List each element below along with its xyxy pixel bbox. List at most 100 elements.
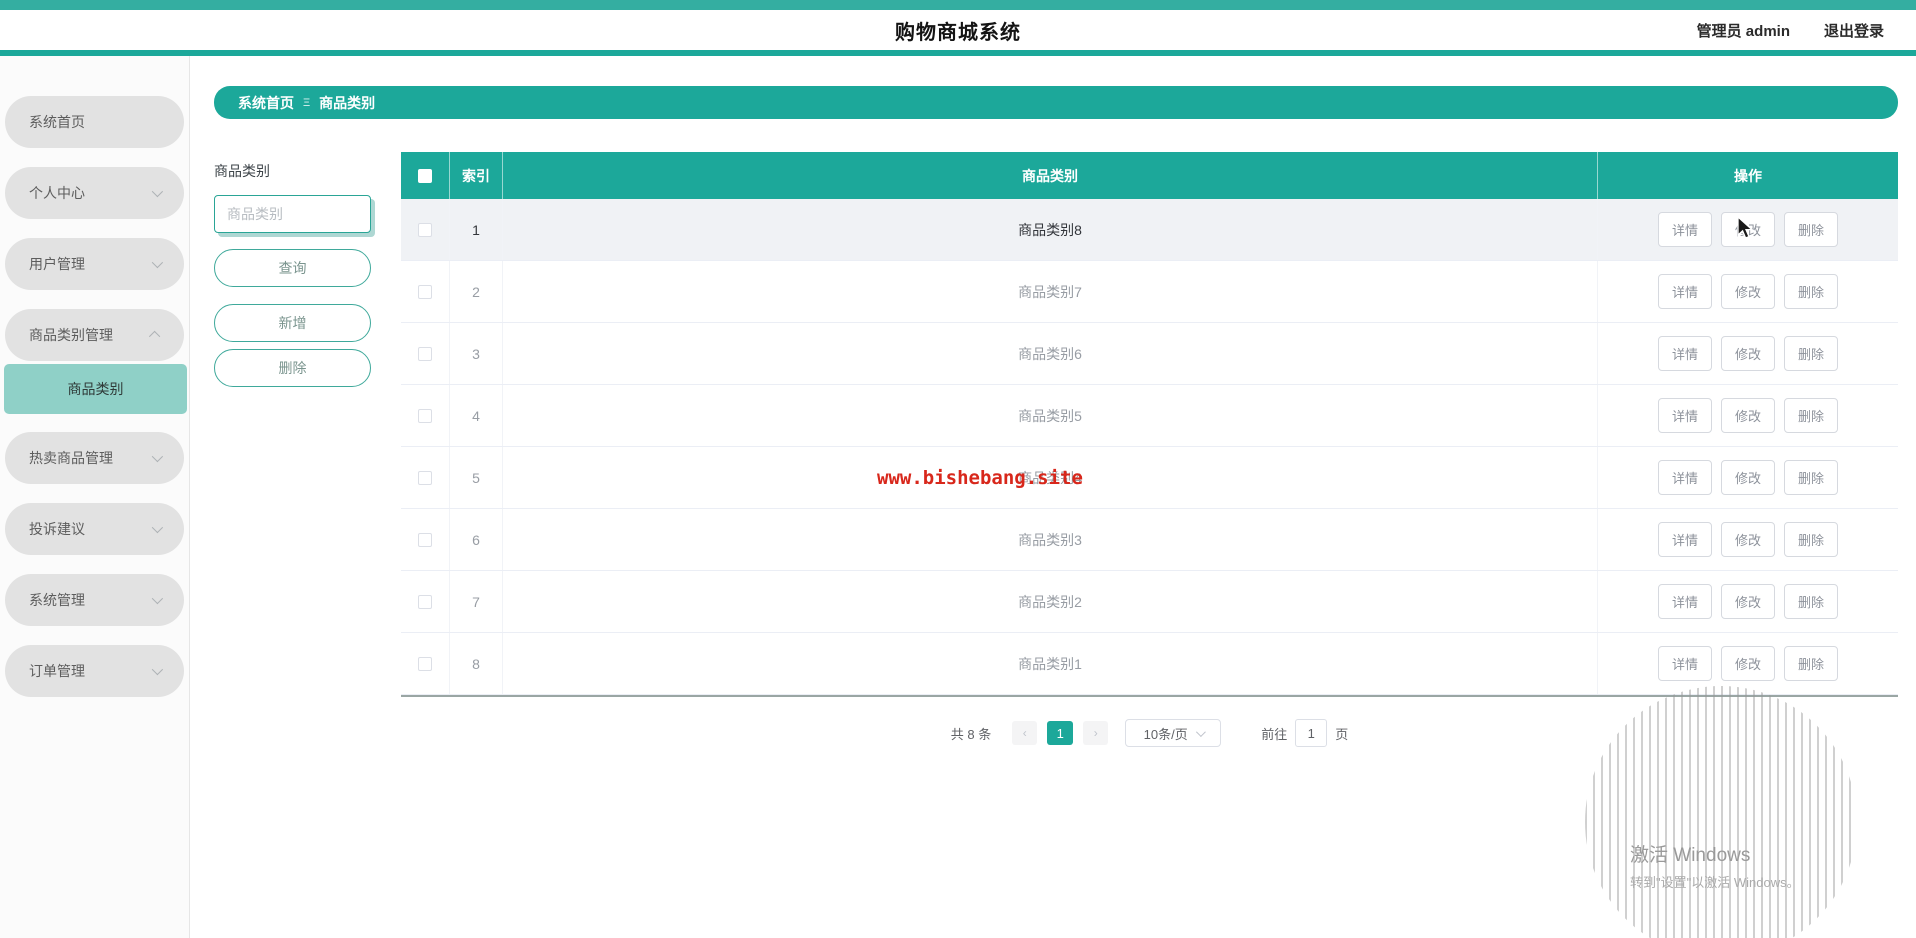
table-header-row: 索引 商品类别 操作: [401, 152, 1898, 199]
header-index: 索引: [450, 152, 503, 199]
row-checkbox[interactable]: [418, 284, 432, 299]
row-checkbox-cell: [401, 385, 450, 446]
sidebar-item-label: 系统管理: [29, 592, 85, 608]
sidebar-item[interactable]: 订单管理: [5, 645, 184, 697]
delete-row-button[interactable]: 删除: [1784, 584, 1839, 619]
breadcrumb: 系统首页 Ξ 商品类别: [214, 86, 1898, 119]
row-actions: 详情 修改 删除: [1598, 385, 1898, 446]
row-index: 1: [450, 199, 503, 260]
detail-button[interactable]: 详情: [1657, 460, 1712, 495]
sidebar-item-label: 商品类别: [67, 381, 124, 397]
sidebar: 系统首页 个人中心 用户管理 商品类别管理 商品类别 热卖商品管理 投诉建议 系…: [0, 56, 190, 938]
sidebar-item-label: 热卖商品管理: [29, 450, 113, 466]
chevron-icon: [151, 592, 164, 605]
row-index: 2: [450, 261, 503, 322]
header-category: 商品类别: [503, 152, 1598, 199]
row-checkbox[interactable]: [418, 222, 432, 237]
app-header: 购物商城系统 管理员 admin 退出登录: [0, 10, 1916, 50]
row-category: 商品类别2: [503, 571, 1598, 632]
row-index: 7: [450, 571, 503, 632]
chevron-icon: [151, 663, 164, 676]
row-checkbox[interactable]: [418, 532, 432, 547]
delete-row-button[interactable]: 删除: [1784, 212, 1839, 247]
detail-button[interactable]: 详情: [1657, 398, 1712, 433]
page-size-select[interactable]: 10条/页: [1125, 719, 1222, 747]
row-category: 商品类别3: [503, 509, 1598, 570]
table-row: 7 商品类别2 详情 修改 删除: [401, 571, 1898, 633]
category-search-input[interactable]: [214, 195, 371, 233]
top-accent-bar: [0, 0, 1916, 10]
sidebar-item[interactable]: 热卖商品管理: [5, 432, 184, 484]
logout-link[interactable]: 退出登录: [1824, 20, 1884, 41]
next-page-button[interactable]: ›: [1083, 721, 1109, 745]
row-checkbox[interactable]: [418, 470, 432, 485]
row-checkbox-cell: [401, 447, 450, 508]
pagination-total: 共 8 条: [950, 726, 992, 742]
chevron-icon: [151, 256, 164, 269]
edit-button[interactable]: 修改: [1720, 274, 1775, 309]
detail-button[interactable]: 详情: [1657, 522, 1712, 557]
delete-row-button[interactable]: 删除: [1784, 522, 1839, 557]
chevron-icon: [151, 185, 164, 198]
edit-button[interactable]: 修改: [1720, 460, 1775, 495]
sidebar-item[interactable]: 系统首页: [5, 96, 184, 148]
row-category: 商品类别8: [503, 199, 1598, 260]
delete-row-button[interactable]: 删除: [1784, 398, 1839, 433]
search-button[interactable]: 查询: [214, 249, 371, 287]
row-checkbox-cell: [401, 323, 450, 384]
table-row: 5 商品类别4 详情 修改 删除: [401, 447, 1898, 509]
delete-row-button[interactable]: 删除: [1784, 274, 1839, 309]
detail-button[interactable]: 详情: [1657, 646, 1712, 681]
chevron-icon: [151, 450, 164, 463]
activate-windows-title: 激活 Windows: [1630, 845, 1751, 866]
edit-button[interactable]: 修改: [1720, 398, 1775, 433]
delete-row-button[interactable]: 删除: [1784, 336, 1839, 371]
table-row: 8 商品类别1 详情 修改 删除: [401, 633, 1898, 695]
sidebar-item[interactable]: 用户管理: [5, 238, 184, 290]
add-button[interactable]: 新增: [214, 304, 371, 342]
row-category: 商品类别1: [503, 633, 1598, 694]
breadcrumb-separator-icon: Ξ: [303, 96, 311, 109]
edit-button[interactable]: 修改: [1720, 646, 1775, 681]
edit-button[interactable]: 修改: [1720, 336, 1775, 371]
goto-page-input[interactable]: [1295, 719, 1328, 747]
sidebar-item[interactable]: 个人中心: [5, 167, 184, 219]
chevron-icon: [151, 521, 164, 534]
row-actions: 详情 修改 删除: [1598, 323, 1898, 384]
detail-button[interactable]: 详情: [1657, 274, 1712, 309]
delete-row-button[interactable]: 删除: [1784, 646, 1839, 681]
select-all-checkbox[interactable]: [418, 168, 432, 183]
sidebar-item[interactable]: 系统管理: [5, 574, 184, 626]
detail-button[interactable]: 详情: [1657, 336, 1712, 371]
row-checkbox[interactable]: [418, 346, 432, 361]
row-actions: 详情 修改 删除: [1598, 509, 1898, 570]
detail-button[interactable]: 详情: [1657, 212, 1712, 247]
edit-button[interactable]: 修改: [1720, 584, 1775, 619]
delete-button[interactable]: 删除: [214, 349, 371, 387]
sidebar-item[interactable]: 投诉建议: [5, 503, 184, 555]
table-row: 3 商品类别6 详情 修改 删除: [401, 323, 1898, 385]
row-checkbox[interactable]: [418, 656, 432, 671]
header-right: 管理员 admin 退出登录: [1697, 20, 1916, 41]
row-checkbox[interactable]: [418, 408, 432, 423]
row-index: 6: [450, 509, 503, 570]
sidebar-item-label: 商品类别管理: [29, 327, 113, 343]
sidebar-item[interactable]: 商品类别管理: [5, 309, 184, 361]
row-index: 3: [450, 323, 503, 384]
table-row: 6 商品类别3 详情 修改 删除: [401, 509, 1898, 571]
prev-page-button[interactable]: ‹: [1012, 721, 1038, 745]
current-page-button[interactable]: 1: [1047, 721, 1074, 745]
row-category: 商品类别7: [503, 261, 1598, 322]
admin-user-label: 管理员 admin: [1696, 22, 1790, 40]
row-checkbox[interactable]: [418, 594, 432, 609]
header-actions: 操作: [1734, 167, 1762, 184]
table-row: 2 商品类别7 详情 修改 删除: [401, 261, 1898, 323]
row-actions: 详情 修改 删除: [1598, 447, 1898, 508]
detail-button[interactable]: 详情: [1657, 584, 1712, 619]
sidebar-item-label: 订单管理: [29, 663, 85, 679]
edit-button[interactable]: 修改: [1720, 522, 1775, 557]
delete-row-button[interactable]: 删除: [1784, 460, 1839, 495]
sidebar-item[interactable]: 商品类别: [4, 364, 187, 414]
activate-windows-subtitle: 转到"设置"以激活 Windows。: [1630, 875, 1800, 890]
breadcrumb-home[interactable]: 系统首页: [238, 93, 294, 113]
